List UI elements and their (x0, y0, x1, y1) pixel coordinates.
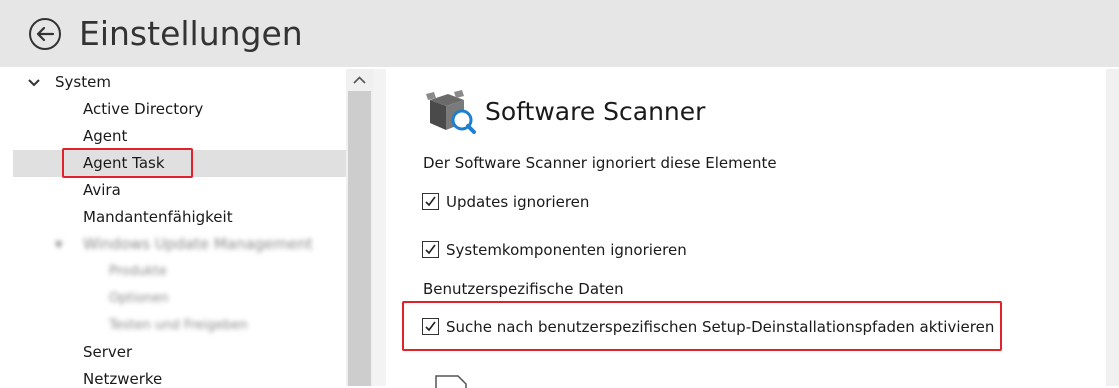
chevron-down-icon[interactable] (27, 76, 41, 90)
system-components-ignore-checkbox[interactable] (422, 241, 439, 258)
content-scrollbar[interactable] (1106, 69, 1119, 386)
checkmark-icon (425, 196, 436, 207)
tree-item-avira[interactable]: Avira (13, 177, 346, 204)
setup-uninstall-paths-label[interactable]: Suche nach benutzerspezifischen Setup-De… (446, 317, 994, 337)
tree-item-server[interactable]: Server (13, 339, 346, 366)
user-data-heading: Benutzerspezifische Daten (423, 280, 624, 298)
chevron-up-icon (353, 76, 366, 84)
tree-item-system[interactable]: System (13, 69, 346, 96)
scroll-thumb[interactable] (348, 91, 371, 386)
back-arrow-icon (29, 18, 61, 50)
tree-item-netzwerke[interactable]: Netzwerke (13, 366, 346, 386)
checkmark-icon (425, 321, 436, 332)
updates-ignore-checkbox[interactable] (422, 193, 439, 210)
system-components-ignore-label[interactable]: Systemkomponenten ignorieren (446, 240, 687, 260)
tree-item-label: Active Directory (83, 100, 204, 118)
updates-ignore-label[interactable]: Updates ignorieren (446, 192, 589, 212)
tree-item-blurred[interactable]: Produkte (13, 258, 346, 285)
tree-item-blurred[interactable]: ▾ Windows Update Management (13, 231, 346, 258)
blurred-chevron: ▾ (55, 235, 63, 253)
tree-item-active-directory[interactable]: Active Directory (13, 96, 346, 123)
ignore-heading: Der Software Scanner ignoriert diese Ele… (423, 154, 777, 172)
software-scanner-icon (426, 90, 476, 134)
tree-item-label: Server (83, 343, 133, 361)
tree-item-label: Testen und Freigeben (109, 318, 248, 333)
tree-item-label: System (55, 73, 111, 91)
tree-item-label: Avira (83, 181, 121, 199)
panel-divider (373, 69, 386, 386)
tree-item-label: Produkte (109, 264, 167, 279)
section-title: Software Scanner (485, 97, 706, 126)
highlight-frame-agent-task (62, 148, 193, 178)
setup-uninstall-paths-checkbox[interactable] (422, 318, 439, 335)
tree-item-blurred[interactable]: Testen und Freigeben (13, 312, 346, 339)
tree-item-label: Netzwerke (83, 370, 163, 386)
tree-scrollbar[interactable] (346, 69, 373, 386)
scroll-up-button[interactable] (346, 69, 373, 91)
page-title: Einstellungen (79, 14, 303, 53)
tree-item-mandantenfaehigkeit[interactable]: Mandantenfähigkeit (13, 204, 346, 231)
tree-item-label: Optionen (109, 291, 169, 306)
back-button[interactable] (28, 17, 62, 51)
tree-item-agent[interactable]: Agent (13, 123, 346, 150)
settings-tree: System Active Directory Agent Agent Task… (13, 69, 346, 386)
checkmark-icon (425, 244, 436, 255)
tree-item-label: Mandantenfähigkeit (83, 208, 233, 226)
header-bar: Einstellungen (0, 0, 1119, 67)
tree-item-blurred[interactable]: Optionen (13, 285, 346, 312)
tree-item-label: Windows Update Management (83, 235, 313, 253)
tree-item-label: Agent (83, 127, 128, 145)
